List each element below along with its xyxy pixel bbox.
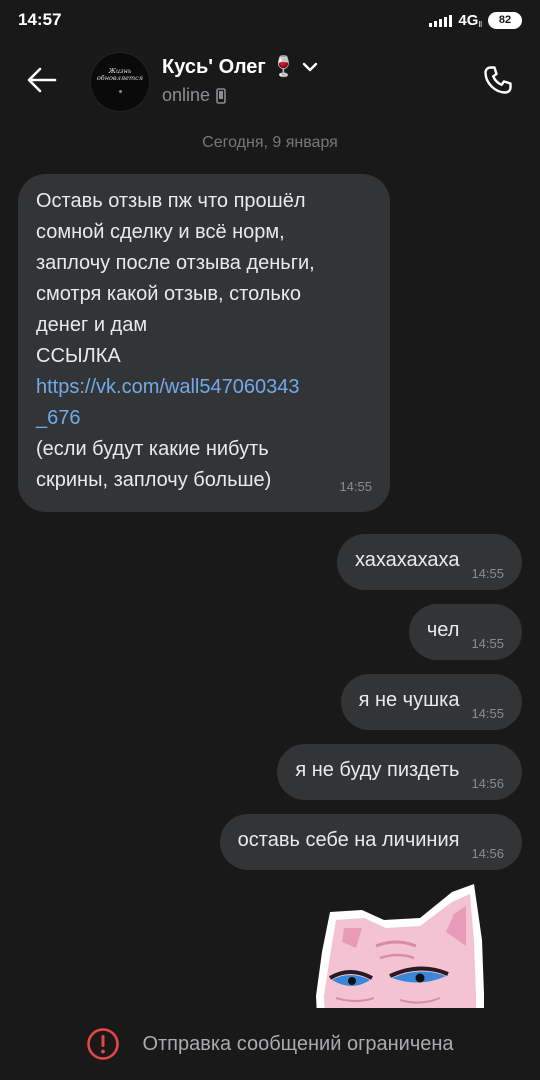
network-indicator: 4Gll bbox=[458, 12, 482, 29]
avatar-caption-line2: обновляется bbox=[96, 73, 144, 82]
chevron-down-icon bbox=[303, 62, 318, 71]
status-indicators: 4Gll 82 bbox=[429, 11, 522, 29]
contact-info[interactable]: Кусь' Олег 🍷 online bbox=[162, 54, 318, 106]
outgoing-message[interactable]: оставь себе на личиния 14:56 bbox=[219, 814, 522, 870]
contact-status: online bbox=[162, 85, 211, 105]
outgoing-message[interactable]: я не буду пиздеть 14:56 bbox=[277, 744, 522, 800]
contact-name: Кусь' Олег 🍷 bbox=[162, 56, 297, 78]
warning-icon bbox=[87, 1028, 120, 1060]
message-time: 14:55 bbox=[339, 479, 372, 494]
status-bar: 14:57 4Gll 82 bbox=[0, 0, 540, 40]
message-text: я не чушка bbox=[358, 688, 460, 711]
contact-status-row: online bbox=[162, 85, 318, 106]
restriction-text: Отправка сообщений ограничена bbox=[142, 1032, 454, 1055]
message-time: 14:56 bbox=[471, 845, 504, 861]
message-link[interactable]: https://vk.com/wall547060343 bbox=[36, 372, 372, 403]
call-button[interactable] bbox=[478, 60, 518, 100]
message-line: скрины, заплочу больше) bbox=[36, 469, 272, 491]
message-line: заплочу после отзыва деньги, bbox=[36, 252, 315, 274]
messaging-restricted-bar: Отправка сообщений ограничена bbox=[0, 1008, 540, 1080]
outgoing-message[interactable]: я не чушка 14:55 bbox=[340, 674, 522, 730]
cat-sticker-image bbox=[316, 884, 484, 1008]
message-line: денег и дам bbox=[36, 314, 148, 336]
outgoing-message[interactable]: хахахахаха 14:55 bbox=[336, 534, 522, 590]
message-link-continued[interactable]: _676 bbox=[36, 403, 372, 434]
message-text: я не буду пиздеть bbox=[295, 758, 460, 781]
signal-icon bbox=[429, 13, 453, 27]
message-time: 14:55 bbox=[471, 565, 504, 581]
incoming-message[interactable]: Оставь отзыв пж что прошёл сомной сделку… bbox=[18, 174, 390, 512]
message-line: смотря какой отзыв, столько bbox=[36, 283, 301, 305]
avatar-caption: Жизнь обновляется bbox=[96, 67, 144, 82]
date-separator: Сегодня, 9 января bbox=[202, 134, 338, 151]
arrow-left-icon bbox=[27, 67, 57, 93]
outgoing-message[interactable]: чел 14:55 bbox=[408, 604, 522, 660]
back-button[interactable] bbox=[22, 60, 62, 100]
message-time: 14:55 bbox=[471, 705, 504, 721]
cat-sticker[interactable] bbox=[316, 876, 486, 1008]
message-line: ССЫЛКА bbox=[36, 345, 121, 367]
message-line: Оставь отзыв пж что прошёл bbox=[36, 190, 306, 212]
avatar[interactable]: Жизнь обновляется bbox=[90, 52, 150, 112]
contact-name-row[interactable]: Кусь' Олег 🍷 bbox=[162, 54, 318, 79]
chat-header: Жизнь обновляется Кусь' Олег 🍷 online bbox=[0, 40, 540, 124]
network-type: 4G bbox=[458, 11, 479, 29]
message-text: хахахахаха bbox=[354, 548, 460, 571]
mobile-phone-icon bbox=[216, 87, 226, 104]
message-line: (если будут какие нибуть bbox=[36, 438, 269, 460]
phone-icon bbox=[484, 66, 512, 94]
message-line: сомной сделку и всё норм, bbox=[36, 221, 285, 243]
message-time: 14:55 bbox=[471, 635, 504, 651]
status-time: 14:57 bbox=[18, 10, 62, 29]
message-time: 14:56 bbox=[471, 775, 504, 791]
message-text: чел bbox=[426, 618, 460, 641]
battery-icon: 82 bbox=[488, 11, 522, 29]
message-text: оставь себе на личиния bbox=[237, 828, 460, 851]
avatar-dot bbox=[118, 89, 122, 93]
network-sub: ll bbox=[478, 19, 482, 29]
